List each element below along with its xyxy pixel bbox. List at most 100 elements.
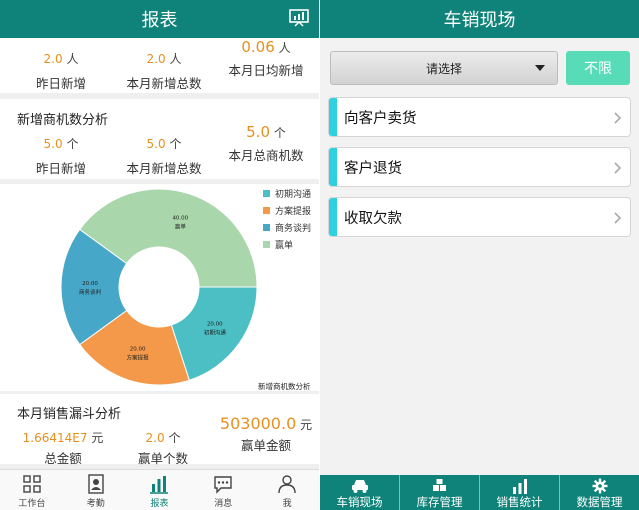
customer-select-dropdown[interactable]: 请选择 — [330, 51, 558, 85]
slice-label: 20.00 — [130, 347, 146, 353]
stat-label: 本月总商机数 — [228, 148, 304, 163]
slice-label: 方案提报 — [127, 354, 150, 362]
legend-swatch — [263, 224, 270, 231]
stat-unit: 人 — [66, 52, 79, 66]
page-title: 报表 — [141, 10, 178, 31]
stat-label: 本月新增总数 — [126, 161, 202, 176]
chevron-right-icon — [614, 112, 622, 124]
stat-month-opportunities: 5.0 个 本月总商机数 — [218, 123, 314, 164]
tab-label: 报表 — [150, 499, 169, 509]
tab-inventory[interactable]: 库存管理 — [400, 475, 480, 510]
stat-value: 0.06 — [241, 38, 275, 56]
tab-label: 数据管理 — [576, 495, 623, 509]
stat-total-amount: 1.66414E7 元 总金额 — [18, 429, 108, 467]
slice-label: 赢单 — [175, 222, 187, 230]
stat-value: 503000.0 — [219, 414, 297, 433]
chevron-right-icon — [614, 162, 622, 174]
menu-item-customer-return[interactable]: 客户退货 — [328, 147, 631, 187]
stat-unit: 人 — [169, 52, 182, 66]
legend-label: 方案提报 — [275, 207, 312, 217]
customer-summary-card: 2.0 人 昨日新增 2.0 人 本月新增总数 0.06 人 本月日均新增 — [0, 38, 319, 93]
bar-chart-icon — [150, 476, 169, 494]
tab-label: 车销现场 — [336, 495, 383, 509]
contact-card-icon — [87, 474, 104, 494]
tab-label: 我 — [282, 499, 292, 509]
legend-swatch — [263, 207, 270, 214]
tab-sales-stats[interactable]: 销售统计 — [480, 475, 560, 510]
bar-chart-icon — [512, 479, 527, 494]
stat-value: 5.0 — [146, 137, 166, 151]
tab-label: 消息 — [214, 499, 233, 509]
menu-item-collect-debt[interactable]: 收取欠款 — [328, 197, 631, 237]
tab-van-sales[interactable]: 车销现场 — [320, 475, 400, 510]
stat-value: 2.0 — [145, 431, 165, 445]
stat-won-count: 2.0 个 赢单个数 — [128, 429, 198, 467]
person-icon — [278, 475, 296, 494]
tab-messages[interactable]: 消息 — [191, 470, 255, 510]
stat-daily-average: 0.06 人 本月日均新增 — [218, 38, 314, 79]
chart-title: 新增商机数分析 — [258, 382, 311, 391]
stat-label: 昨日新增 — [35, 161, 86, 176]
stat-label: 本月日均新增 — [228, 63, 304, 78]
report-header: 报表 — [0, 0, 319, 38]
section-title: 新增商机数分析 — [17, 113, 109, 128]
chat-icon — [214, 476, 232, 494]
legend-label: 赢单 — [275, 241, 294, 251]
stat-label: 昨日新增 — [35, 76, 86, 91]
slice-label: 初期沟通 — [204, 329, 227, 337]
menu-item-sell-to-customer[interactable]: 向客户卖货 — [328, 97, 631, 137]
accent-bar — [329, 98, 337, 136]
tab-label: 考勤 — [86, 499, 105, 509]
menu-item-label: 向客户卖货 — [344, 110, 417, 127]
menu-item-label: 客户退货 — [344, 160, 402, 177]
tab-me[interactable]: 我 — [255, 470, 319, 510]
legend-item: 初期沟通 — [263, 185, 311, 202]
tab-workbench[interactable]: 工作台 — [0, 470, 64, 510]
stat-label: 赢单金额 — [240, 438, 291, 453]
grid-icon — [23, 475, 41, 493]
opportunity-analysis-card: 新增商机数分析 5.0 个 昨日新增 5.0 个 本月新增总数 5.0 个 本月… — [0, 99, 319, 179]
stat-label: 赢单个数 — [137, 451, 188, 466]
chart-legend: 初期沟通方案提报商务谈判赢单 — [263, 185, 311, 253]
unlimited-button[interactable]: 不限 — [566, 51, 630, 85]
stat-unit: 个 — [66, 137, 79, 151]
legend-item: 商务谈判 — [263, 219, 311, 236]
legend-label: 商务谈判 — [275, 224, 312, 234]
tab-attendance[interactable]: 考勤 — [64, 470, 128, 510]
slice-label: 20.00 — [82, 281, 98, 287]
caret-down-icon — [535, 65, 545, 71]
stat-yesterday-new: 2.0 人 昨日新增 — [26, 50, 96, 92]
legend-label: 初期沟通 — [275, 190, 312, 200]
legend-swatch — [263, 241, 270, 248]
legend-item: 赢单 — [263, 236, 311, 253]
gear-icon — [592, 478, 607, 494]
stat-won-amount: 503000.0 元 赢单金额 — [214, 414, 318, 454]
accent-bar — [329, 148, 337, 186]
select-placeholder: 请选择 — [425, 61, 462, 76]
stat-value: 1.66414E7 — [22, 431, 88, 445]
slice-label: 40.00 — [172, 215, 188, 221]
stat-yesterday-new: 5.0 个 昨日新增 — [26, 135, 96, 177]
tab-reports[interactable]: 报表 — [128, 470, 192, 510]
van-sales-tab-bar: 车销现场 库存管理 销售统计 数据管理 — [320, 475, 639, 510]
van-sales-screen: 车销现场 请选择 不限 向客户卖货 客户退货 收取欠款 车销现场 库存管理 销售… — [320, 0, 639, 510]
section-title: 本月销售漏斗分析 — [17, 407, 122, 422]
accent-bar — [329, 198, 337, 236]
tab-data-management[interactable]: 数据管理 — [560, 475, 639, 510]
tab-label: 库存管理 — [416, 495, 463, 509]
stat-unit: 元 — [300, 418, 313, 432]
stat-unit: 个 — [168, 431, 181, 445]
slice-label: 20.00 — [207, 322, 223, 328]
stat-unit: 人 — [278, 41, 291, 55]
stat-label: 总金额 — [44, 451, 82, 466]
sales-funnel-card: 本月销售漏斗分析 1.66414E7 元 总金额 2.0 个 赢单个数 5030… — [0, 394, 319, 467]
presentation-chart-icon[interactable] — [289, 9, 309, 27]
boxes-icon — [432, 479, 446, 491]
stat-month-total: 2.0 人 本月新增总数 — [118, 50, 210, 92]
stat-unit: 个 — [273, 126, 286, 140]
report-screen: 报表 2.0 人 昨日新增 2.0 人 本月新增总数 0.06 人 本月日均新增 — [0, 0, 319, 510]
car-icon — [351, 480, 368, 493]
tab-label: 销售统计 — [496, 495, 543, 509]
van-sales-header: 车销现场 — [320, 0, 639, 38]
legend-item: 方案提报 — [263, 202, 311, 219]
